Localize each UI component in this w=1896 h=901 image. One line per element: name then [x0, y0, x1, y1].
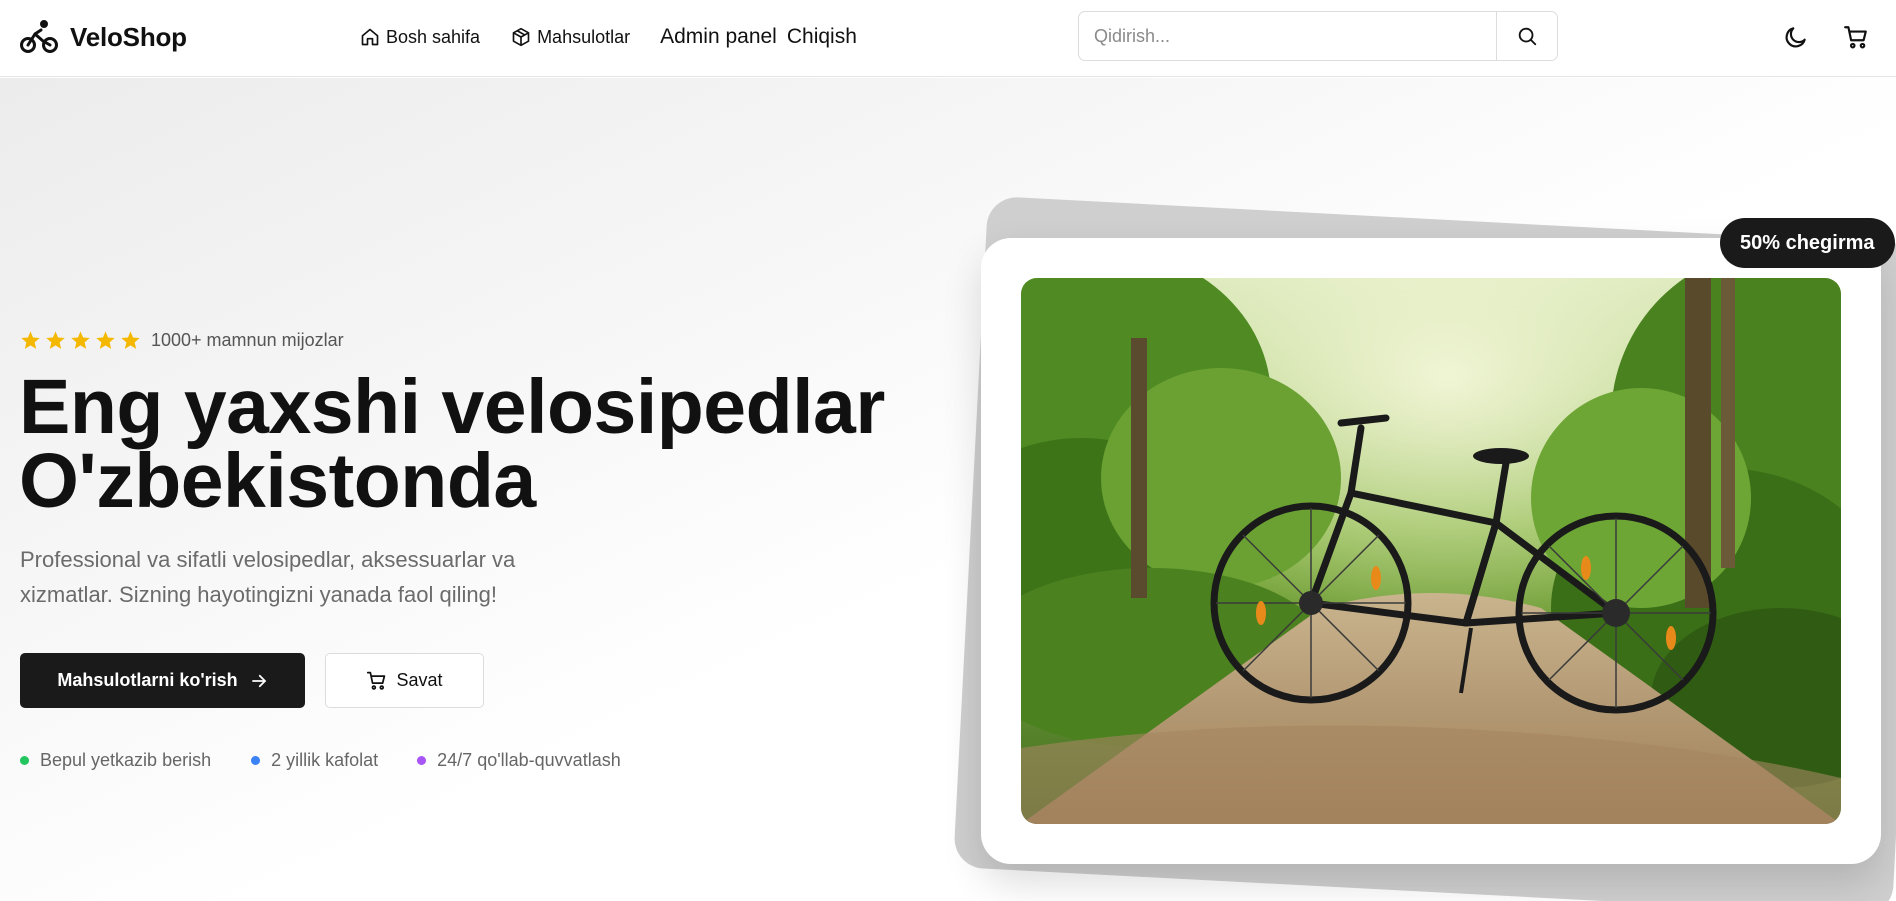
discount-badge: 50% chegirma [1720, 218, 1895, 268]
star-icon [71, 331, 90, 349]
search-icon [1518, 27, 1537, 46]
arrow-right-icon [251, 674, 266, 687]
rating-stars [20, 330, 141, 351]
cart-icon [367, 671, 386, 690]
top-navbar: VeloShop Bosh sahifa Mahsulotlar Admin p… [0, 0, 1896, 77]
feature-dot-green [20, 756, 29, 765]
brand-name: VeloShop [70, 21, 187, 52]
feature-item: 24/7 qo'llab-quvvatlash [417, 750, 621, 771]
feature-label: Bepul yetkazib berish [40, 750, 212, 770]
feature-item: 2 yillik kafolat [251, 750, 378, 771]
search-input[interactable] [1079, 12, 1496, 60]
nav-home-label: Bosh sahifa [386, 26, 481, 47]
brand-logo-link[interactable]: VeloShop [20, 19, 187, 55]
theme-toggle-button[interactable] [1780, 20, 1812, 54]
star-icon [46, 331, 65, 349]
feature-dot-blue [251, 756, 261, 765]
rating-text: 1000+ mamnun mijozlar [151, 330, 344, 350]
feature-list: Bepul yetkazib berish 2 yillik kafolat 2… [20, 750, 621, 771]
home-icon [361, 28, 379, 46]
cart-button[interactable]: Savat [325, 653, 484, 708]
cart-icon [1844, 26, 1867, 49]
hero-title: Eng yaxshi velosipedlar O'zbekistonda [19, 369, 919, 520]
star-icon [21, 331, 40, 349]
feature-label: 24/7 qo'llab-quvvatlash [437, 750, 621, 770]
feature-item: Bepul yetkazib berish [20, 750, 211, 771]
view-products-button[interactable]: Mahsulotlarni ko'rish [20, 653, 305, 708]
package-icon [512, 27, 530, 47]
nav-products-link[interactable]: Mahsulotlar [511, 24, 630, 50]
feature-dot-purple [417, 756, 427, 765]
hero-title-line2: O'zbekistonda [19, 438, 536, 524]
search-button[interactable] [1496, 12, 1557, 60]
hero-image-card [981, 238, 1881, 864]
hero-section: 1000+ mamnun mijozlar Eng yaxshi velosip… [0, 78, 1896, 901]
customer-rating: 1000+ mamnun mijozlar [20, 330, 344, 351]
main-nav: Bosh sahifa Mahsulotlar Admin panel Chiq… [360, 24, 857, 50]
view-products-label: Mahsulotlarni ko'rish [57, 670, 238, 690]
nav-home-link[interactable]: Bosh sahifa [360, 24, 480, 50]
nav-logout-link[interactable]: Chiqish [787, 24, 857, 50]
bicycle-photo [1021, 278, 1841, 824]
nav-admin-link[interactable]: Admin panel [660, 24, 777, 50]
cart-button-label: Savat [396, 670, 443, 690]
search-bar [1078, 11, 1558, 61]
star-icon [96, 331, 115, 349]
nav-products-label: Mahsulotlar [537, 26, 631, 47]
feature-label: 2 yillik kafolat [271, 750, 379, 770]
bicycle-icon [20, 20, 58, 53]
hero-description: Professional va sifatli velosipedlar, ak… [20, 547, 516, 607]
star-icon [121, 331, 140, 349]
header-cart-button[interactable] [1840, 20, 1872, 54]
moon-icon [1785, 27, 1806, 48]
